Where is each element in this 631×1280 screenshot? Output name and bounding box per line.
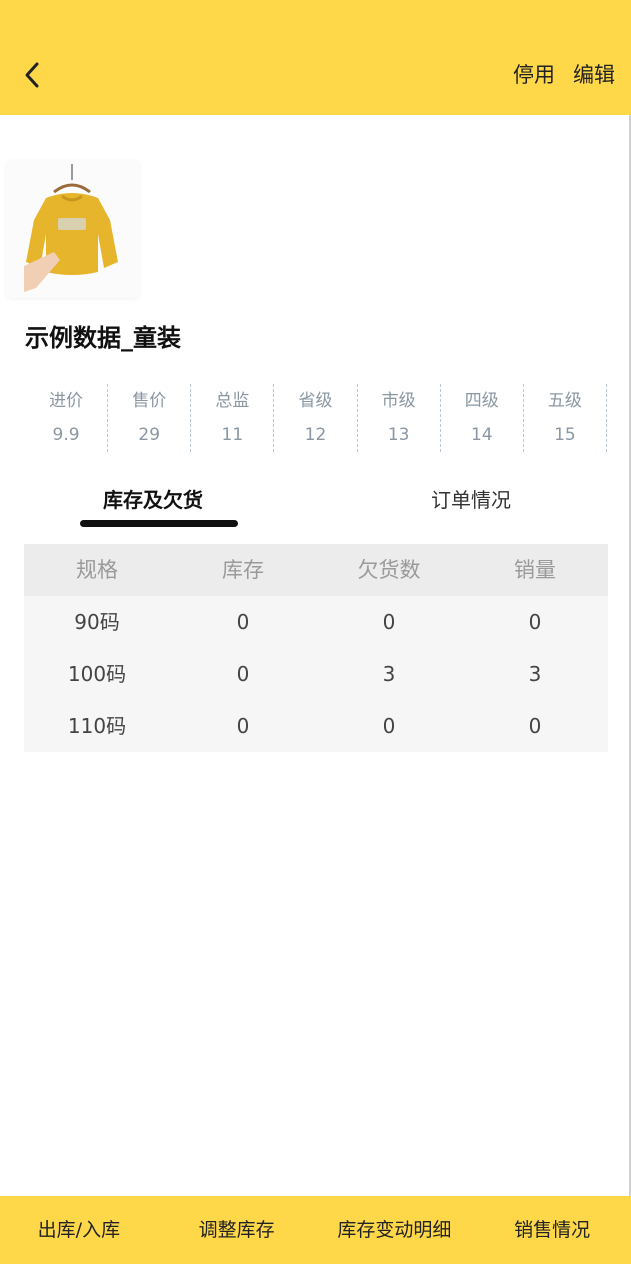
- price-tiers: 进价 9.9 售价 29 总监 11 省级 12 市级 13 四级 14 五级 …: [25, 384, 607, 452]
- sales-status-button[interactable]: 销售情况: [473, 1196, 631, 1264]
- price-tier-level5: 五级 15: [524, 384, 607, 452]
- tab-stock-backorder[interactable]: 库存及欠货: [103, 478, 203, 522]
- price-label: 总监: [215, 391, 250, 411]
- tab-orders[interactable]: 订单情况: [431, 478, 511, 522]
- price-tier-cost: 进价 9.9: [25, 384, 109, 452]
- price-tier-retail: 售价 29: [108, 384, 192, 452]
- price-value: 15: [554, 425, 576, 445]
- cell-sales: 3: [528, 662, 542, 686]
- table-body: 90码 0 0 0 100码 0 3 3 110码 0 0 0: [24, 596, 608, 752]
- table-row: 110码 0 0 0: [24, 700, 608, 752]
- price-tier-city: 市级 13: [358, 384, 441, 452]
- adjust-stock-button[interactable]: 调整库存: [158, 1196, 316, 1264]
- cell-backorder: 0: [382, 610, 396, 634]
- cell-spec: 110码: [67, 714, 127, 738]
- sweater-image: [6, 160, 140, 298]
- price-label: 省级: [298, 391, 333, 411]
- price-tier-director: 总监 11: [191, 384, 275, 452]
- bottom-action-bar: 出库/入库 调整库存 库存变动明细 销售情况: [0, 1196, 631, 1264]
- column-header-backorder: 欠货数: [357, 558, 421, 582]
- price-tier-level4: 四级 14: [441, 384, 524, 452]
- column-header-spec: 规格: [76, 558, 118, 582]
- price-label: 市级: [381, 391, 416, 411]
- cell-spec: 100码: [67, 662, 127, 686]
- edit-button[interactable]: 编辑: [573, 58, 615, 92]
- cell-stock: 0: [236, 714, 250, 738]
- product-image: [6, 160, 140, 298]
- cell-spec: 90码: [74, 610, 120, 634]
- price-label: 售价: [132, 391, 167, 411]
- cell-sales: 0: [528, 610, 542, 634]
- price-label: 五级: [547, 391, 582, 411]
- header-actions: 停用 编辑: [513, 58, 615, 92]
- price-value: 12: [304, 425, 327, 445]
- cell-stock: 0: [236, 610, 250, 634]
- app-header: 停用 编辑: [0, 0, 631, 115]
- price-label: 进价: [49, 391, 84, 411]
- price-value: 14: [470, 425, 493, 445]
- product-title: 示例数据_童装: [25, 324, 181, 352]
- cell-sales: 0: [528, 714, 542, 738]
- table-row: 90码 0 0 0: [24, 596, 608, 648]
- disable-button[interactable]: 停用: [513, 58, 555, 92]
- cell-backorder: 3: [382, 662, 396, 686]
- price-tier-province: 省级 12: [274, 384, 358, 452]
- column-header-stock: 库存: [222, 558, 264, 582]
- stock-table: 规格 库存 欠货数 销量 90码 0 0 0 100码 0 3 3 110码 0…: [24, 544, 608, 752]
- table-header: 规格 库存 欠货数 销量: [24, 544, 608, 596]
- price-value: 29: [138, 425, 161, 445]
- back-button[interactable]: [18, 58, 48, 92]
- price-value: 11: [221, 425, 244, 445]
- cell-backorder: 0: [382, 714, 396, 738]
- column-header-sales: 销量: [514, 558, 556, 582]
- price-value: 9.9: [52, 425, 80, 445]
- active-tab-indicator: [80, 520, 238, 527]
- detail-tabs: 库存及欠货 订单情况: [0, 478, 631, 530]
- chevron-left-icon: [25, 62, 39, 88]
- cell-stock: 0: [236, 662, 250, 686]
- stock-change-detail-button[interactable]: 库存变动明细: [316, 1196, 474, 1264]
- price-value: 13: [387, 425, 410, 445]
- bottom-safe-area: [0, 1264, 631, 1280]
- stock-in-out-button[interactable]: 出库/入库: [0, 1196, 158, 1264]
- table-row: 100码 0 3 3: [24, 648, 608, 700]
- price-label: 四级: [464, 391, 499, 411]
